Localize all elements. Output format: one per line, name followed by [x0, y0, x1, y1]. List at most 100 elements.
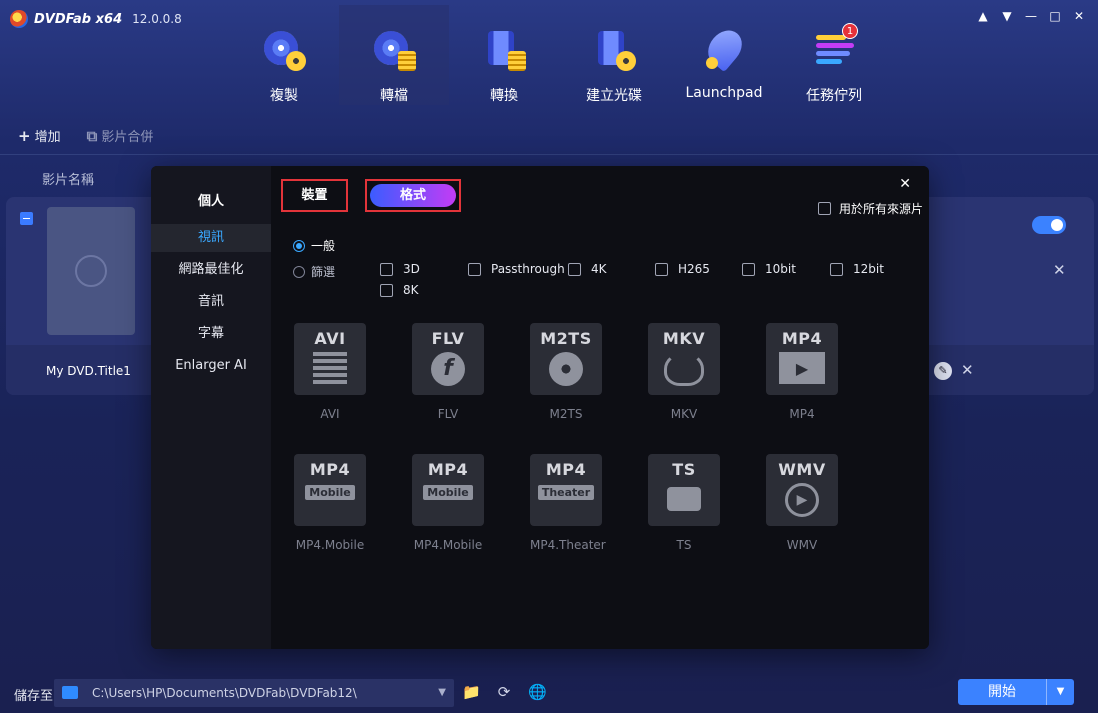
format-tile-title: MP4 — [781, 329, 823, 348]
format-tile[interactable]: TS — [648, 454, 720, 526]
format-subtitle: Mobile — [423, 485, 473, 500]
tab-device[interactable]: 裝置 — [281, 179, 348, 212]
title-thumbnail — [47, 207, 135, 335]
sidebar-item-web-optimized[interactable]: 網路最佳化 — [151, 256, 271, 284]
format-tile-title: M2TS — [540, 329, 592, 348]
format-tile[interactable]: MP4 ▶ — [766, 323, 838, 395]
sidebar-header: 個人 — [197, 194, 224, 209]
filter-4k[interactable]: 4K — [568, 262, 607, 276]
nav-label: 轉檔 — [380, 88, 408, 104]
merge-button[interactable]: ⧉ 影片合併 — [86, 126, 154, 146]
globe-icon[interactable]: 🌐 — [528, 683, 547, 701]
task-toggle[interactable] — [1032, 216, 1066, 234]
radio-general-option[interactable]: 一般 — [293, 237, 335, 254]
filter-checkbox[interactable] — [468, 262, 481, 276]
skin-icon[interactable]: ▲ — [976, 8, 990, 24]
start-dropdown-icon[interactable]: ▼ — [1046, 679, 1074, 705]
filter-checkbox[interactable] — [742, 262, 755, 276]
sidebar-item-subtitle[interactable]: 字幕 — [151, 320, 271, 348]
module-nav: 複製 轉檔 轉換 建立光碟 Launchpad 1 任務佇列 — [229, 5, 889, 105]
filter-8k[interactable]: 8K — [380, 283, 419, 297]
filter-3d[interactable]: 3D — [380, 262, 420, 276]
radio-filter[interactable] — [293, 265, 305, 278]
format-tile[interactable]: MP4 Mobile — [412, 454, 484, 526]
list-toolbar: + 增加 ⧉ 影片合併 — [18, 126, 154, 146]
merge-icon: ⧉ — [86, 126, 98, 145]
edit-icon[interactable]: ✎ — [934, 362, 952, 380]
tab-format[interactable]: 格式 — [370, 184, 456, 207]
apply-all-checkbox[interactable] — [817, 202, 831, 215]
task-checkbox[interactable] — [20, 212, 33, 225]
radio-general[interactable] — [293, 239, 305, 252]
format-tile[interactable]: MP4 Mobile — [294, 454, 366, 526]
chevron-down-icon[interactable]: ▼ — [438, 687, 446, 698]
format-ts[interactable]: TS TS — [648, 454, 720, 552]
refresh-icon[interactable]: ⟳ — [495, 683, 513, 701]
filter-12bit[interactable]: 12bit — [830, 262, 884, 276]
nav-launchpad[interactable]: Launchpad — [669, 5, 779, 105]
sidebar-item-video[interactable]: 視訊 — [151, 224, 271, 252]
open-folder-icon[interactable]: 📁 — [462, 683, 481, 701]
filter-label: Passthrough — [491, 262, 565, 276]
nav-copy[interactable]: 複製 — [229, 5, 339, 105]
format-mp4[interactable]: MP4 ▶ MP4 — [766, 323, 838, 421]
format-tile-title: MP4 — [545, 460, 587, 479]
filter-passthrough[interactable]: Passthrough — [468, 262, 565, 276]
mkv-icon — [664, 352, 704, 386]
plus-icon: + — [18, 126, 31, 145]
format-flv[interactable]: FLV f FLV — [412, 323, 484, 421]
close-window-icon[interactable]: ✕ — [1072, 8, 1086, 24]
format-avi[interactable]: AVI AVI — [294, 323, 366, 421]
radio-filter-option[interactable]: 篩選 — [293, 263, 335, 280]
nav-converter[interactable]: 轉換 — [449, 5, 559, 105]
placeholder-icon — [75, 255, 107, 287]
format-mp4-theater[interactable]: MP4 Theater MP4.Theater — [530, 454, 606, 552]
toolbar-divider — [0, 154, 1098, 155]
filter-checkbox[interactable] — [655, 262, 668, 276]
format-wmv[interactable]: WMV ▶ WMV — [766, 454, 838, 552]
format-tile[interactable]: FLV f — [412, 323, 484, 395]
nav-ripper[interactable]: 轉檔 — [339, 5, 449, 105]
format-label: FLV — [437, 407, 459, 421]
app-name: DVDFab x64 — [34, 11, 123, 27]
format-mp4-mobile[interactable]: MP4 Mobile MP4.Mobile — [412, 454, 484, 552]
filter-h265[interactable]: H265 — [655, 262, 710, 276]
sidebar-item-audio[interactable]: 音訊 — [151, 288, 271, 316]
minimize-icon[interactable]: — — [1024, 8, 1038, 24]
nav-creator[interactable]: 建立光碟 — [559, 5, 669, 105]
nav-task-queue[interactable]: 1 任務佇列 — [779, 5, 889, 105]
play-circle-icon: ▶ — [785, 483, 819, 517]
filter-checkbox[interactable] — [830, 262, 843, 276]
format-tile[interactable]: MP4 Theater — [530, 454, 602, 526]
output-path-select[interactable]: C:\Users\HP\Documents\DVDFab\DVDFab12\ ▼ — [54, 679, 454, 707]
format-tile[interactable]: WMV ▶ — [766, 454, 838, 526]
profile-dialog: 個人 視訊 網路最佳化 音訊 字幕 Enlarger AI 裝置 格式 ✕ 用於… — [151, 166, 929, 649]
add-button[interactable]: + 增加 — [18, 126, 61, 146]
sidebar-item-enlarger-ai[interactable]: Enlarger AI — [151, 352, 271, 380]
format-subtitle: Mobile — [305, 485, 355, 500]
filter-checkbox[interactable] — [380, 283, 393, 297]
format-mp4-mobile[interactable]: MP4 Mobile MP4.Mobile — [294, 454, 366, 552]
filter-label: 10bit — [765, 262, 796, 276]
format-tile[interactable]: AVI — [294, 323, 366, 395]
maximize-icon[interactable]: □ — [1048, 8, 1062, 24]
format-label: MKV — [670, 407, 698, 421]
filter-checkbox[interactable] — [568, 262, 581, 276]
apply-all-option[interactable]: 用於所有來源片 — [817, 200, 923, 217]
filter-checkbox[interactable] — [380, 262, 393, 276]
format-m2ts[interactable]: M2TS M2TS — [530, 323, 602, 421]
start-button[interactable]: 開始 ▼ — [958, 679, 1074, 705]
close-card-icon[interactable]: ✕ — [1053, 261, 1066, 279]
format-mkv[interactable]: MKV MKV — [648, 323, 720, 421]
filter-label: 12bit — [853, 262, 884, 276]
filter-10bit[interactable]: 10bit — [742, 262, 796, 276]
bottom-bar: 儲存至 C:\Users\HP\Documents\DVDFab\DVDFab1… — [0, 676, 1098, 713]
format-tile[interactable]: M2TS — [530, 323, 602, 395]
menu-dropdown-icon[interactable]: ▼ — [1000, 8, 1014, 24]
format-tile[interactable]: MKV — [648, 323, 720, 395]
nav-label: 複製 — [270, 88, 298, 104]
filter-label: 3D — [403, 262, 420, 276]
close-dialog-icon[interactable]: ✕ — [899, 176, 911, 192]
remove-row-icon[interactable]: ✕ — [961, 361, 974, 379]
format-tile-title: FLV — [431, 329, 465, 348]
